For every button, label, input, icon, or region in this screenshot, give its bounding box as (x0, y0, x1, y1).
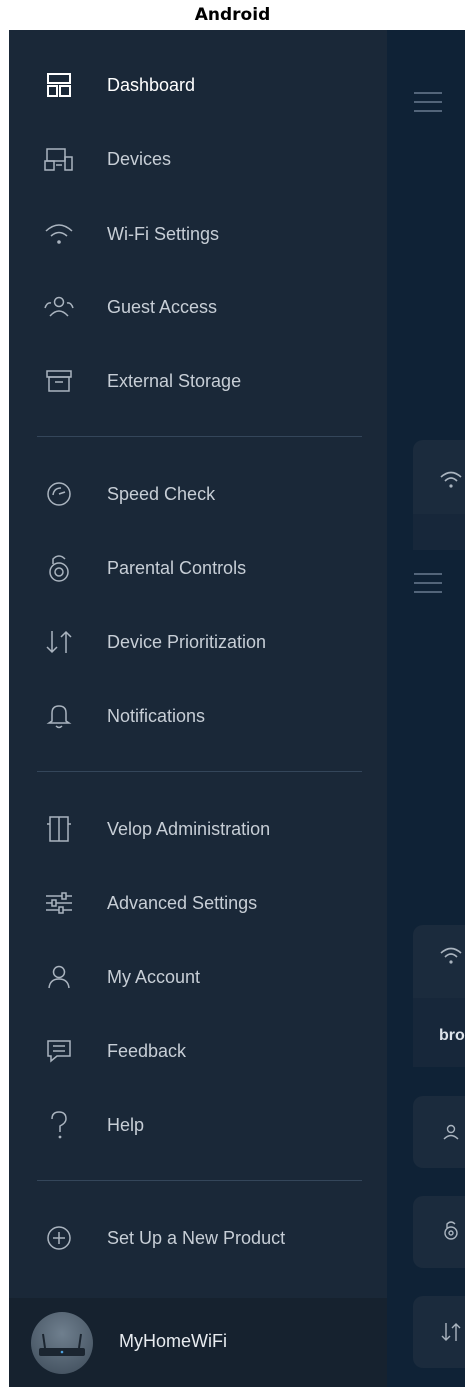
plus-circle-icon (39, 1218, 79, 1258)
menu-item-label: Advanced Settings (107, 892, 258, 913)
menu-item-label: Guest Access (107, 296, 218, 317)
app-screen: bro Dashboard Devices Wi-Fi Settings Gue… (9, 30, 465, 1387)
parental-lock-icon (444, 1221, 458, 1240)
dashboard-icon (39, 65, 79, 105)
menu-item-device-prioritization[interactable]: Device Prioritization (9, 614, 387, 670)
menu-item-label: Velop Administration (107, 818, 271, 839)
menu-icon[interactable] (414, 92, 442, 112)
menu-item-label: Devices (107, 148, 172, 169)
menu-item-dashboard[interactable]: Dashboard (9, 57, 387, 113)
guest-access-icon (39, 287, 79, 327)
menu-item-feedback[interactable]: Feedback (9, 1023, 387, 1079)
menu-item-label: Speed Check (107, 483, 216, 504)
menu-item-wifi-settings[interactable]: Wi-Fi Settings (9, 206, 387, 262)
menu-item-label: My Account (107, 966, 201, 987)
wifi-card-footer (413, 514, 465, 550)
menu-item-label: Parental Controls (107, 557, 247, 578)
wifi-icon (440, 471, 462, 488)
menu-item-label: Feedback (107, 1040, 187, 1061)
guest-access-icon (443, 1124, 459, 1140)
router-avatar-icon (31, 1312, 93, 1374)
storage-icon (39, 361, 79, 401)
menu-item-label: Help (107, 1114, 145, 1135)
navigation-drawer: Dashboard Devices Wi-Fi Settings Guest A… (9, 30, 387, 1387)
menu-item-guest-access[interactable]: Guest Access (9, 279, 387, 335)
menu-item-parental-controls[interactable]: Parental Controls (9, 540, 387, 596)
menu-item-label: Set Up a New Product (107, 1227, 286, 1248)
platform-label: Android (194, 5, 271, 25)
person-icon (39, 957, 79, 997)
menu-item-advanced-settings[interactable]: Advanced Settings (9, 875, 387, 931)
menu-item-external-storage[interactable]: External Storage (9, 353, 387, 409)
wifi-icon (39, 214, 79, 254)
menu-item-velop-administration[interactable]: Velop Administration (9, 801, 387, 857)
menu-item-help[interactable]: Help (9, 1097, 387, 1153)
network-name: MyHomeWiFi (119, 1331, 227, 1351)
menu-item-speed-check[interactable]: Speed Check (9, 466, 387, 522)
menu-item-label: Notifications (107, 705, 206, 726)
menu-icon-2[interactable] (414, 573, 442, 593)
menu-item-notifications[interactable]: Notifications (9, 688, 387, 744)
menu-divider (37, 771, 362, 772)
menu-item-devices[interactable]: Devices (9, 131, 387, 187)
menu-item-set-up-new-product[interactable]: Set Up a New Product (9, 1210, 387, 1266)
menu-item-label: External Storage (107, 370, 242, 391)
prioritization-arrows-icon (441, 1323, 461, 1341)
menu-divider (37, 436, 362, 437)
wifi-icon-2 (440, 947, 462, 964)
sliders-icon (39, 883, 79, 923)
menu-item-label: Wi-Fi Settings (107, 223, 220, 244)
speedometer-icon (39, 474, 79, 514)
prioritization-arrows-icon (39, 622, 79, 662)
menu-item-my-account[interactable]: My Account (9, 949, 387, 1005)
velop-node-icon (39, 809, 79, 849)
chat-bubble-icon (39, 1031, 79, 1071)
network-name-peek: bro (439, 1027, 465, 1044)
menu-item-label: Dashboard (107, 74, 196, 95)
parental-lock-icon (39, 548, 79, 588)
menu-divider (37, 1180, 362, 1181)
menu-item-label: Device Prioritization (107, 631, 267, 652)
devices-icon (39, 139, 79, 179)
bell-icon (39, 696, 79, 736)
question-mark-icon (39, 1105, 79, 1145)
network-footer[interactable]: MyHomeWiFi (9, 1298, 387, 1387)
